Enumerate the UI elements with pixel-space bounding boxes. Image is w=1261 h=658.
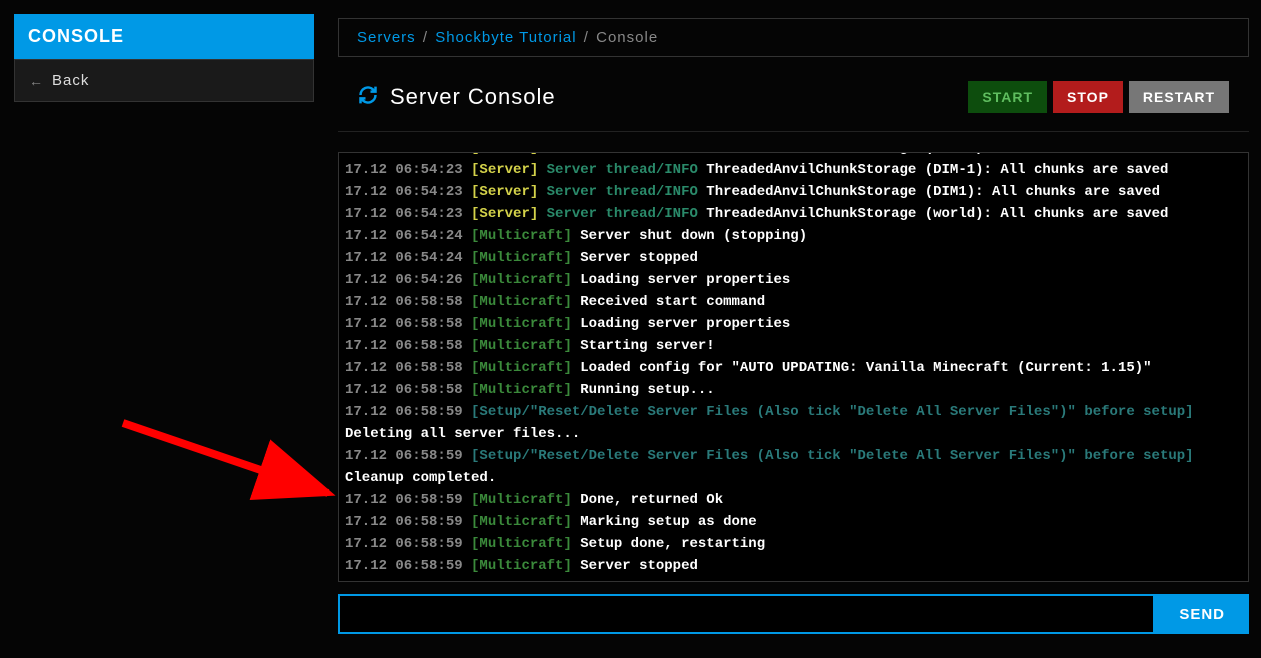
main-panel: Servers / Shockbyte Tutorial / Console S…	[338, 18, 1249, 634]
breadcrumb-current: Console	[596, 29, 658, 46]
console-header: Server Console START STOP RESTART	[338, 57, 1249, 132]
command-bar: SEND	[338, 594, 1249, 634]
log-line: 17.12 06:58:58 [Multicraft] Starting ser…	[345, 335, 1242, 357]
log-line: 17.12 06:58:59 [Multicraft] Server stopp…	[345, 555, 1242, 577]
log-line: Cleanup completed.	[345, 467, 1242, 489]
sidebar-header: CONSOLE	[14, 14, 314, 59]
page-title: Server Console	[390, 84, 556, 110]
breadcrumb-server-name[interactable]: Shockbyte Tutorial	[435, 29, 576, 46]
breadcrumb-separator: /	[584, 29, 594, 46]
log-line: 17.12 06:54:23 [Server] Server thread/IN…	[345, 159, 1242, 181]
log-line: 17.12 06:54:24 [Multicraft] Server stopp…	[345, 247, 1242, 269]
breadcrumb: Servers / Shockbyte Tutorial / Console	[338, 18, 1249, 57]
start-button[interactable]: START	[968, 81, 1047, 113]
log-line: 17.12 06:58:59 [Multicraft] Setup done, …	[345, 533, 1242, 555]
console-title: Server Console	[358, 84, 556, 110]
log-line: 17.12 06:54:23 [Server] Server thread/IN…	[345, 152, 1242, 159]
log-line: 17.12 06:54:24 [Multicraft] Server shut …	[345, 225, 1242, 247]
sidebar: CONSOLE ← Back	[14, 14, 314, 102]
action-buttons: START STOP RESTART	[968, 81, 1229, 113]
log-line: 17.12 06:54:26 [Multicraft] Loading serv…	[345, 269, 1242, 291]
log-line: 17.12 06:58:58 [Multicraft] Running setu…	[345, 379, 1242, 401]
log-line: 17.12 06:58:59 [Setup/"Reset/Delete Serv…	[345, 445, 1242, 467]
log-line: 17.12 06:58:58 [Multicraft] Received sta…	[345, 291, 1242, 313]
log-line: 17.12 06:54:23 [Server] Server thread/IN…	[345, 203, 1242, 225]
breadcrumb-servers[interactable]: Servers	[357, 29, 416, 46]
back-label: Back	[52, 72, 89, 89]
console-output[interactable]: 17.12 06:54:23 [Server] Server thread/IN…	[338, 152, 1249, 582]
sidebar-item-back[interactable]: ← Back	[14, 59, 314, 102]
stop-button[interactable]: STOP	[1053, 81, 1123, 113]
log-line: 17.12 06:54:23 [Server] Server thread/IN…	[345, 181, 1242, 203]
log-line: Deleting all server files...	[345, 423, 1242, 445]
log-line: 17.12 06:58:58 [Multicraft] Loaded confi…	[345, 357, 1242, 379]
restart-button[interactable]: RESTART	[1129, 81, 1229, 113]
annotation-arrow	[118, 418, 348, 508]
log-line: 17.12 06:58:59 [Multicraft] Marking setu…	[345, 511, 1242, 533]
refresh-icon[interactable]	[358, 85, 378, 110]
log-line: 17.12 06:58:59 [Setup/"Reset/Delete Serv…	[345, 401, 1242, 423]
send-button[interactable]: SEND	[1155, 594, 1249, 634]
log-line: 17.12 06:58:59 [Multicraft] Done, return…	[345, 489, 1242, 511]
breadcrumb-separator: /	[423, 29, 433, 46]
command-input[interactable]	[338, 594, 1155, 634]
back-arrow-icon: ←	[29, 73, 44, 89]
log-line: 17.12 06:58:58 [Multicraft] Loading serv…	[345, 313, 1242, 335]
